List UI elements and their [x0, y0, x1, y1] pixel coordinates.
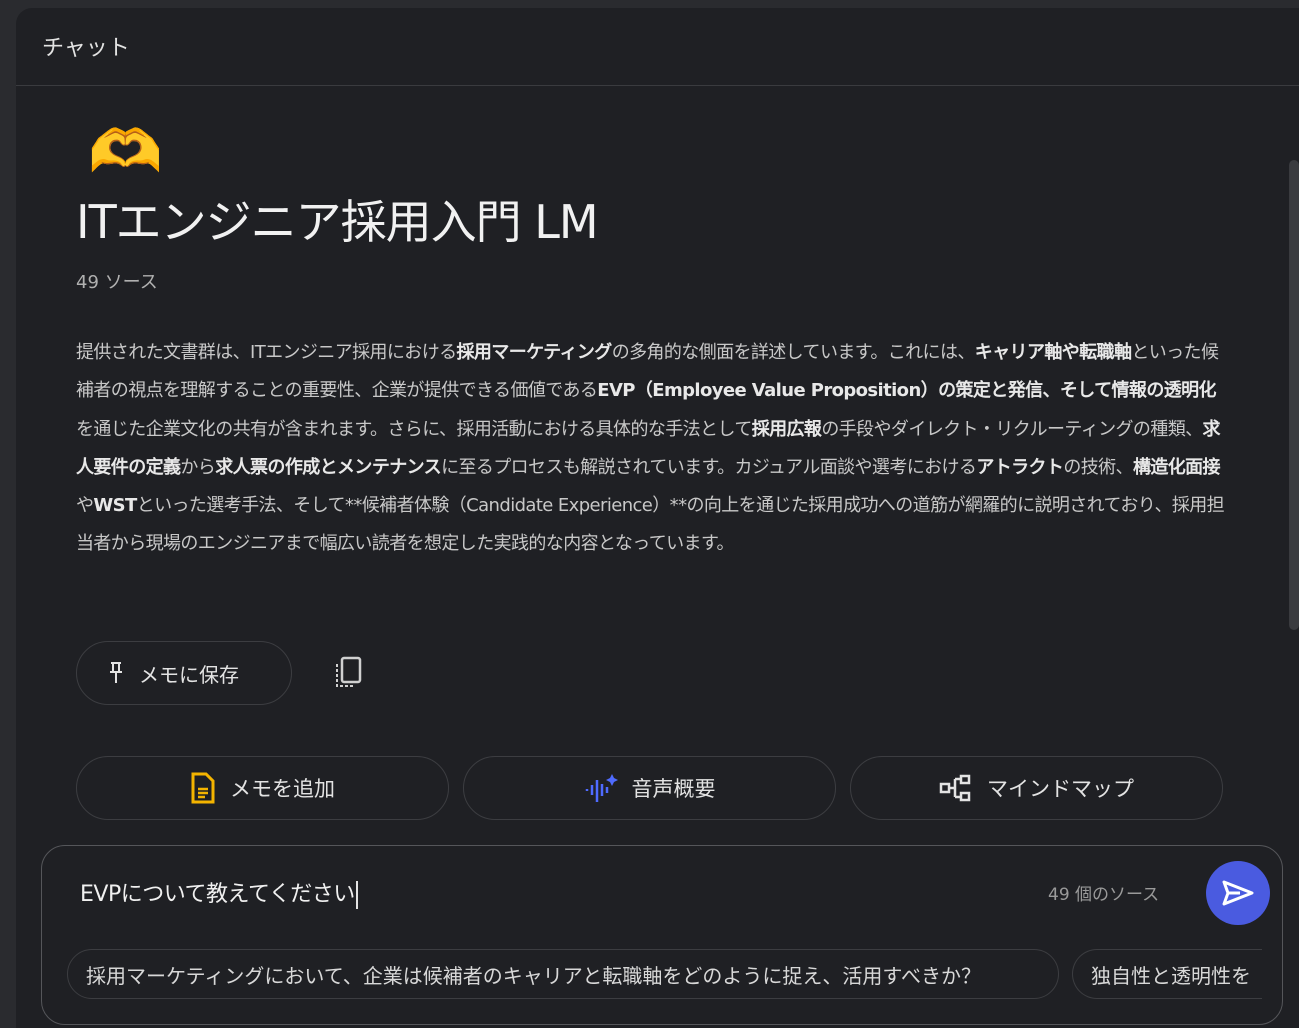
copy-icon[interactable]: [334, 656, 364, 690]
summary-text: に至るプロセスも解説されています。カジュアル面談や選考における: [441, 456, 977, 478]
notebook-emoji: 🫶: [88, 117, 163, 187]
scrollbar[interactable]: [1289, 160, 1299, 630]
summary-bold-text: 求人票の作成とメンテナンス: [215, 456, 442, 478]
notebook-title: ITエンジニア採用入門 LM: [76, 195, 599, 249]
chat-composer[interactable]: EVPについて教えてください 49 個のソース 採用マーケティングにおいて、企業…: [41, 845, 1283, 1025]
suggestion-chip[interactable]: 採用マーケティングにおいて、企業は候補者のキャリアと転職軸をどのように捉え、活用…: [67, 949, 1059, 999]
summary-text: の技術、: [1063, 456, 1133, 478]
save-to-memo-label: メモに保存: [139, 662, 239, 687]
mind-map-icon: [939, 774, 971, 802]
summary-bold-text: 採用広報: [751, 418, 822, 440]
note-icon: [191, 772, 215, 804]
mind-map-button[interactable]: マインドマップ: [850, 756, 1223, 820]
summary-text: を通じた企業文化の共有が含まれます。さらに、採用活動における具体的な手法として: [76, 418, 752, 440]
summary-text: や: [76, 495, 94, 517]
summary-text: の手段やダイレクト・リクルーティングの種類、: [821, 418, 1203, 440]
suggestion-label: 独自性と透明性を: [1091, 963, 1251, 988]
pin-icon: [110, 662, 122, 683]
suggestion-chip[interactable]: 独自性と透明性を: [1072, 949, 1262, 999]
source-count: 49 ソース: [76, 272, 158, 293]
chat-header: チャット: [16, 8, 1299, 86]
chat-input[interactable]: EVPについて教えてください: [80, 876, 358, 909]
send-icon: [1222, 880, 1254, 906]
audio-overview-button[interactable]: 音声概要: [463, 756, 836, 820]
add-memo-button[interactable]: メモを追加: [76, 756, 449, 820]
composer-source-count: 49 個のソース: [1048, 885, 1160, 905]
summary-bold-text: 採用マーケティング: [456, 342, 613, 363]
notebook-summary: 提供された文書群は、ITエンジニア採用における採用マーケティングの多角的な側面を…: [76, 334, 1226, 564]
summary-text: 提供された文書群は、ITエンジニア採用における: [76, 342, 457, 363]
summary-bold-text: WST: [93, 495, 137, 517]
summary-bold-text: キャリア軸や転職軸: [974, 342, 1132, 363]
audio-overview-label: 音声概要: [631, 777, 716, 801]
summary-bold-text: 構造化面接: [1132, 456, 1221, 478]
send-button[interactable]: [1206, 861, 1270, 925]
summary-text: から: [180, 456, 216, 478]
chat-panel: チャット 🫶 ITエンジニア採用入門 LM 49 ソース 提供された文書群は、I…: [16, 8, 1299, 1028]
mind-map-label: マインドマップ: [987, 777, 1134, 801]
chat-title: チャット: [42, 36, 130, 61]
save-to-memo-button[interactable]: メモに保存: [76, 641, 292, 705]
summary-text: といった選考手法、そして**候補者体験（Candidate Experience…: [76, 495, 1225, 555]
summary-bold-text: アトラクト: [976, 456, 1064, 478]
suggestion-label: 採用マーケティングにおいて、企業は候補者のキャリアと転職軸をどのように捉え、活用…: [86, 963, 981, 988]
summary-text: の多角的な側面を詳述しています。これには、: [611, 342, 976, 363]
add-memo-label: メモを追加: [230, 777, 335, 801]
audio-wave-icon: [585, 774, 618, 802]
summary-bold-text: EVP（Employee Value Proposition）の策定と発信、そし…: [597, 380, 1216, 402]
